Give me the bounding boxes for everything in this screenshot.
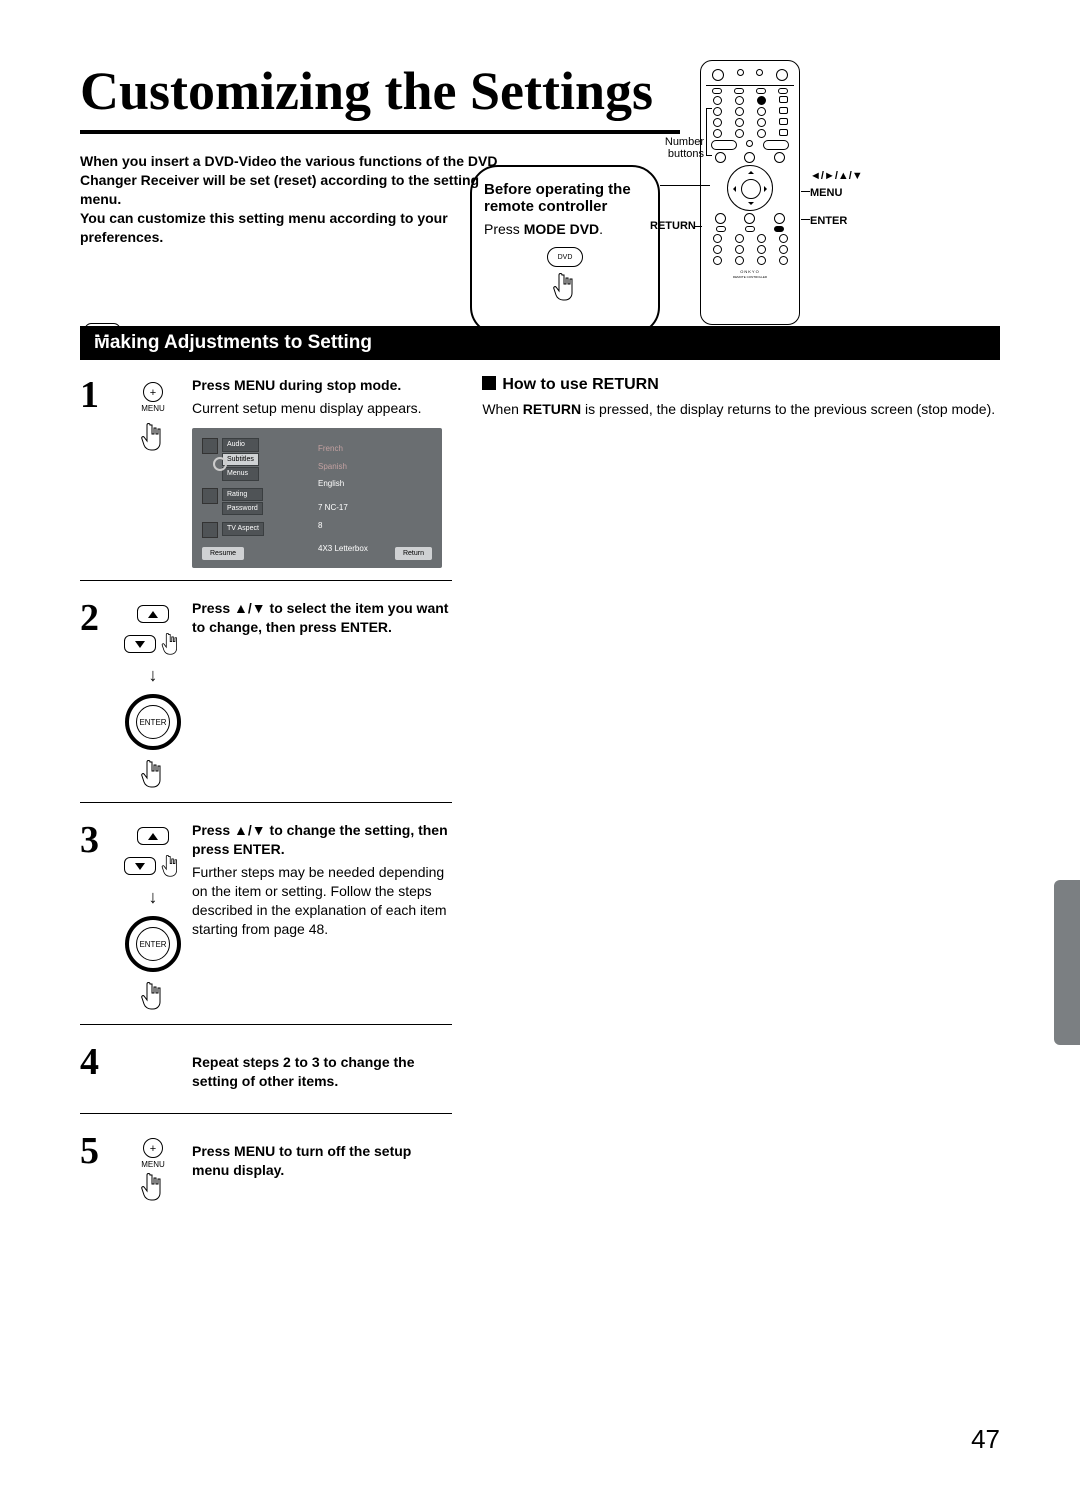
section-tab [1054, 880, 1080, 1045]
callout-instruction: Press MODE DVD. [484, 221, 646, 237]
manual-page: Customizing the Settings When you insert… [0, 0, 1080, 1485]
hand-press-icon [160, 853, 182, 879]
arrow-down-icon: ↓ [149, 665, 158, 686]
step-icons: + MENU [114, 376, 192, 453]
down-button-icon [124, 635, 156, 653]
hand-press-icon [551, 271, 579, 303]
step-number: 5 [80, 1132, 114, 1170]
square-bullet-icon [482, 376, 496, 390]
step-icons: + MENU [114, 1132, 192, 1203]
body: 1 + MENU Press MENU during stop mode. Cu… [80, 376, 1000, 1211]
hand-press-icon [139, 1171, 167, 1203]
step-4: 4 Repeat steps 2 to 3 to change the sett… [80, 1043, 452, 1114]
step-text: Press MENU during stop mode. Current set… [192, 376, 452, 568]
step-number: 2 [80, 599, 114, 637]
menu-button-icon: + MENU [140, 1138, 166, 1169]
remote-sub: REMOTE CONTROLLER [706, 275, 794, 279]
label-menu: MENU [810, 187, 842, 199]
label-number-buttons: Number buttons [658, 136, 704, 160]
step-text: Press MENU to turn off the setup menu di… [192, 1132, 452, 1180]
enter-button-icon: ENTER [125, 916, 181, 972]
connector-line [801, 191, 810, 192]
return-body: When RETURN is pressed, the display retu… [482, 400, 1000, 419]
step-number: 1 [80, 376, 114, 414]
label-return: RETURN [650, 220, 696, 232]
page-title: Customizing the Settings [80, 60, 680, 134]
intro-line2: You can customize this setting menu acco… [80, 210, 448, 245]
intro-line1: When you insert a DVD-Video the various … [80, 153, 497, 207]
step-text: Press ▲/▼ to select the item you want to… [192, 599, 452, 637]
step-3: 3 ↓ ENTER Press ▲/▼ to change the settin… [80, 821, 452, 1025]
return-heading: How to use RETURN [482, 376, 1000, 394]
up-button-icon [137, 605, 169, 623]
page-number: 47 [971, 1424, 1000, 1455]
hand-press-icon [139, 421, 167, 453]
intro-text: When you insert a DVD-Video the various … [80, 152, 520, 246]
step-icons: ↓ ENTER [114, 599, 192, 790]
step-2: 2 ↓ ENTER Press ▲/▼ to select the item y… [80, 599, 452, 803]
remote-diagram: ONKYO REMOTE CONTROLLER [700, 60, 800, 325]
osd-resume: Resume [202, 547, 244, 560]
connector-line [694, 226, 702, 227]
up-button-icon [137, 827, 169, 845]
step-5: 5 + MENU Press MENU to turn off the setu… [80, 1132, 452, 1203]
step-icons: ↓ ENTER [114, 821, 192, 1012]
menu-button-icon: + MENU [140, 382, 166, 413]
steps-column: 1 + MENU Press MENU during stop mode. Cu… [80, 376, 452, 1211]
hand-press-icon [139, 758, 167, 790]
return-column: How to use RETURN When RETURN is pressed… [482, 376, 1000, 1211]
step-number: 4 [80, 1043, 114, 1081]
remote-brand: ONKYO [706, 269, 794, 274]
hand-press-icon [160, 631, 182, 657]
step-number: 3 [80, 821, 114, 859]
label-enter: ENTER [810, 215, 847, 227]
osd-return: Return [395, 547, 432, 560]
connector-line [801, 219, 810, 220]
enter-button-icon: ENTER [125, 694, 181, 750]
hand-press-icon [139, 980, 167, 1012]
dvd-mode-button-icon: DVD [547, 247, 583, 267]
callout-box: Before operating the remote controller P… [470, 165, 660, 335]
callout-heading: Before operating the remote controller [484, 181, 631, 215]
step-text: Repeat steps 2 to 3 to change the settin… [192, 1043, 452, 1091]
down-button-icon [124, 857, 156, 875]
step-text: Press ▲/▼ to change the setting, then pr… [192, 821, 452, 938]
label-arrows: ◄/►/▲/▼ [810, 170, 863, 182]
arrow-down-icon: ↓ [149, 887, 158, 908]
osd-screenshot: Audio Subtitles Menus Rating [192, 428, 442, 568]
dvd-badge: DVD [84, 320, 121, 338]
step-1: 1 + MENU Press MENU during stop mode. Cu… [80, 376, 452, 581]
